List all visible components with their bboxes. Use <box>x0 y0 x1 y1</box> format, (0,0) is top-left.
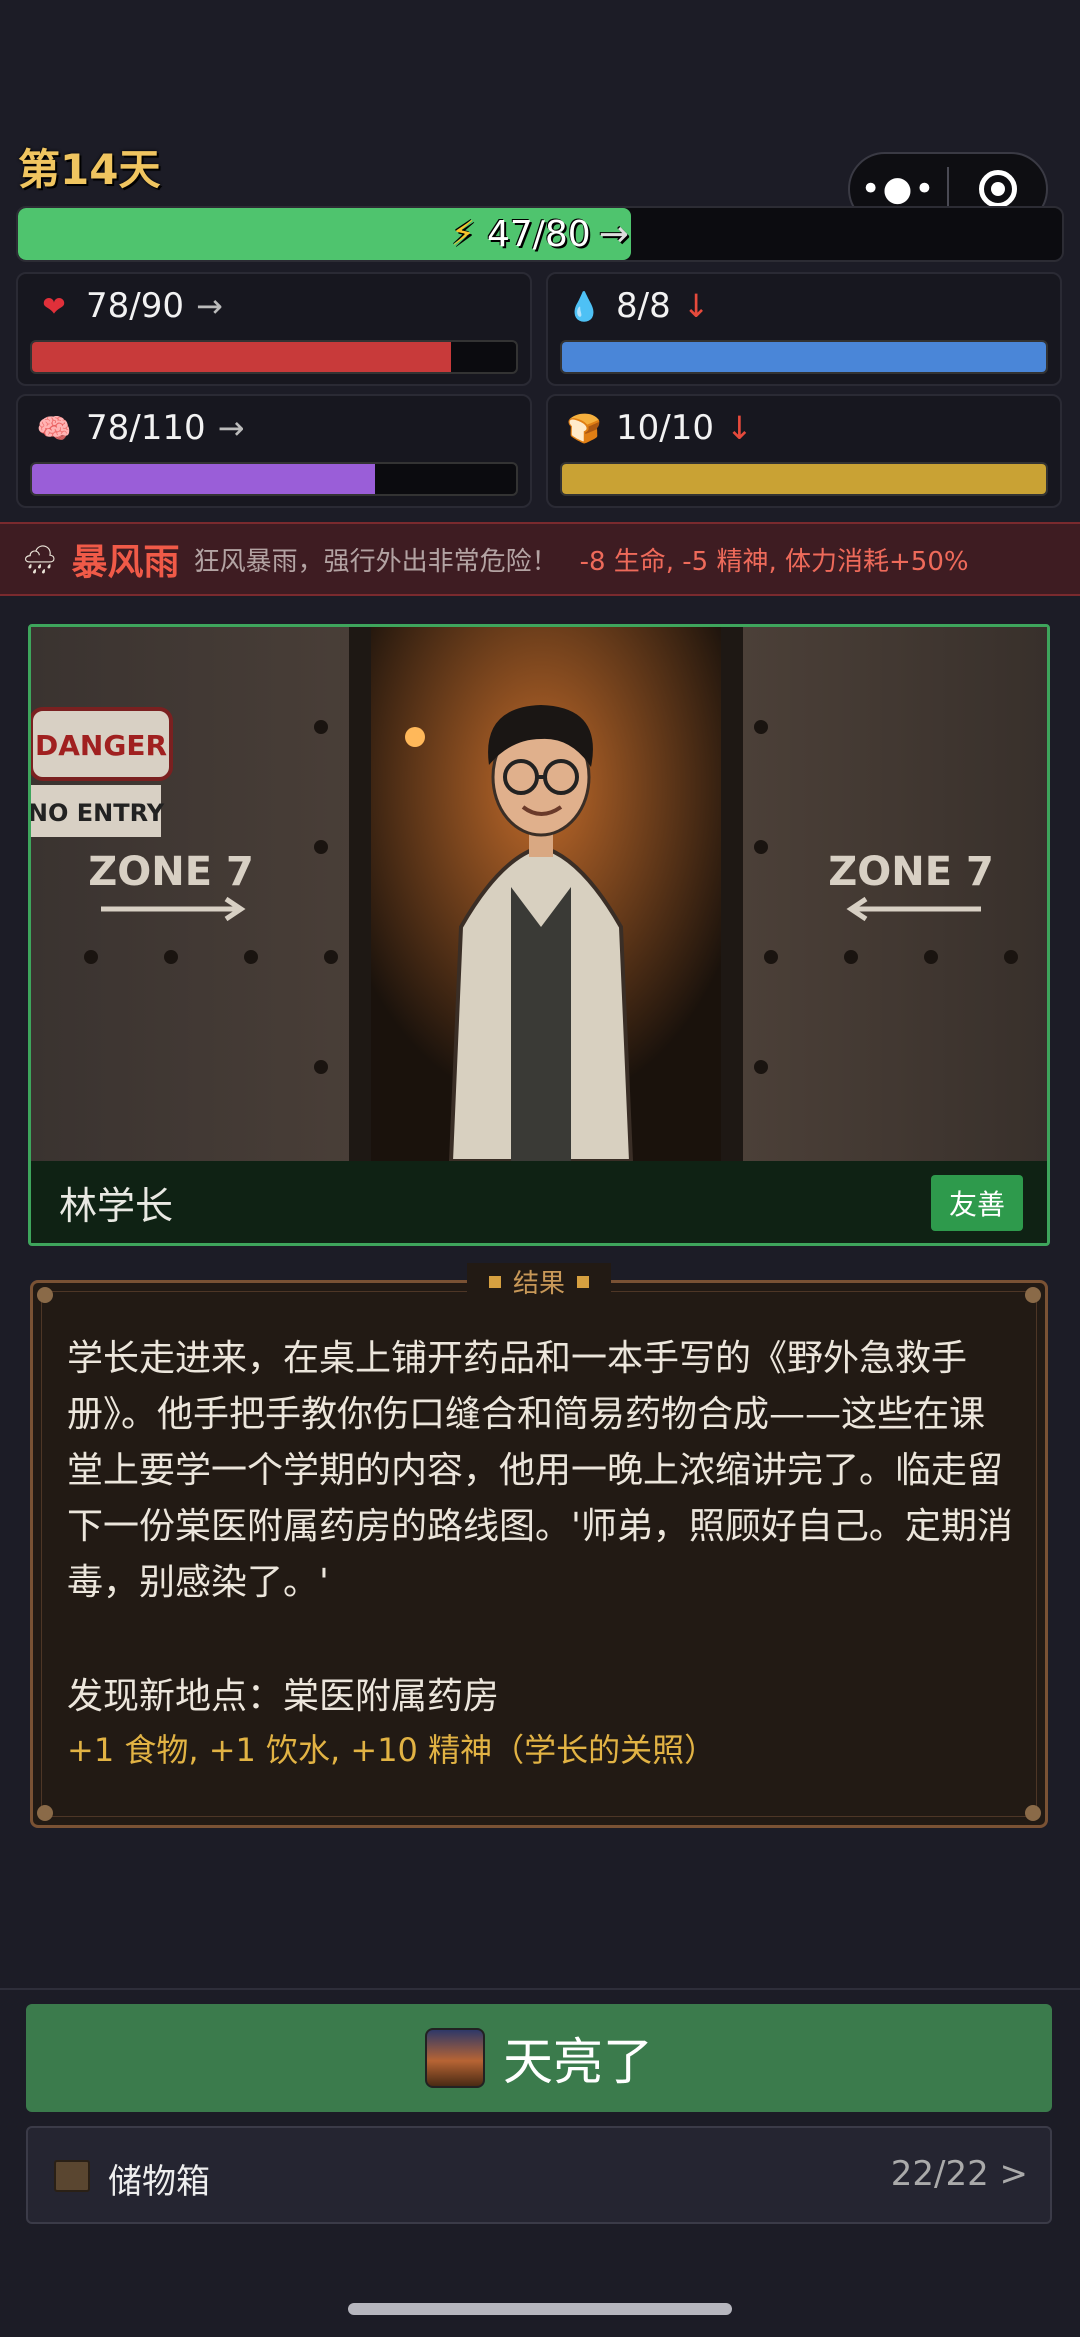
food-icon: 🍞 <box>566 411 602 445</box>
weather-banner: 🌧 暴风雨 狂风暴雨，强行外出非常危险！ -8 生命, -5 精神, 体力消耗+… <box>0 522 1080 596</box>
npc-portrait: DANGER NO ENTRY ZONE 7 ZONE 7 <box>31 627 1047 1161</box>
weather-name: 暴风雨 <box>71 542 180 583</box>
water-bar <box>560 340 1048 374</box>
npc-card[interactable]: DANGER NO ENTRY ZONE 7 ZONE 7 林学长 友善 <box>28 624 1050 1246</box>
corner-ornament <box>37 1805 53 1821</box>
health-trend: → <box>195 287 223 325</box>
danger-sign-text: DANGER <box>35 729 167 762</box>
zone-sign-right: ZONE 7 <box>828 849 994 895</box>
result-discovery: 发现新地点：棠医附属药房 <box>67 1676 500 1717</box>
stat-food: 🍞 10/10 ↓ <box>546 394 1062 508</box>
spirit-bar <box>30 462 518 496</box>
health-value: 78/90 <box>86 286 184 326</box>
npc-attitude-badge: 友善 <box>930 1175 1023 1231</box>
more-options-icon[interactable]: •●• <box>850 169 947 209</box>
day-label: 第14天 <box>18 145 161 194</box>
stamina-value: 47/80 <box>486 213 591 255</box>
food-value: 10/10 <box>616 408 714 448</box>
water-value: 8/8 <box>616 286 671 326</box>
sunrise-icon <box>425 2028 485 2088</box>
npc-name: 林学长 <box>59 1184 174 1228</box>
storage-count: 22/22 > <box>890 2154 1028 2194</box>
dawn-button-label: 天亮了 <box>503 2033 653 2091</box>
result-body: 学长走进来，在桌上铺开药品和一本手写的《野外急救手册》。他手把手教你伤口缝合和简… <box>67 1338 1013 1603</box>
close-miniprogram-icon[interactable] <box>949 170 1046 208</box>
corner-ornament <box>1025 1805 1041 1821</box>
stamina-bar: ⚡ 47/80 → <box>16 206 1064 262</box>
weather-description: 狂风暴雨，强行外出非常危险！ <box>193 546 558 577</box>
spirit-trend: → <box>217 409 245 447</box>
result-panel: 结果 学长走进来，在桌上铺开药品和一本手写的《野外急救手册》。他手把手教你伤口缝… <box>30 1263 1048 1828</box>
storm-icon: 🌧 <box>22 542 58 576</box>
stat-spirit: 🧠 78/110 → <box>16 394 532 508</box>
storage-label: 储物箱 <box>108 2162 210 2202</box>
stat-water: 💧 8/8 ↓ <box>546 272 1062 386</box>
stamina-trend: → <box>598 213 629 255</box>
bottom-divider <box>0 1988 1080 1990</box>
heart-icon: ❤ <box>42 289 66 323</box>
food-trend: ↓ <box>725 409 753 447</box>
water-trend: ↓ <box>682 287 710 325</box>
result-gains: +1 食物, +1 饮水, +10 精神（学长的关照） <box>67 1731 717 1769</box>
corner-ornament <box>1025 1287 1041 1303</box>
storage-button[interactable]: 储物箱 22/22 > <box>26 2126 1052 2224</box>
spirit-value: 78/110 <box>86 408 206 448</box>
brain-icon: 🧠 <box>36 411 72 445</box>
result-title: 结果 <box>466 1263 612 1300</box>
chest-icon <box>54 2160 90 2192</box>
weather-effect: -8 生命, -5 精神, 体力消耗+50% <box>579 546 969 577</box>
food-bar <box>560 462 1048 496</box>
stat-health: ❤ 78/90 → <box>16 272 532 386</box>
corner-ornament <box>37 1287 53 1303</box>
zone-sign-left: ZONE 7 <box>88 849 254 895</box>
lightning-icon: ⚡ <box>451 214 475 254</box>
health-bar <box>30 340 518 374</box>
home-indicator[interactable] <box>348 2303 732 2315</box>
water-drop-icon: 💧 <box>566 289 602 323</box>
dawn-button[interactable]: 天亮了 <box>26 2004 1052 2112</box>
no-entry-sign-text: NO ENTRY <box>31 799 165 827</box>
npc-info-bar: 林学长 友善 <box>31 1161 1047 1243</box>
